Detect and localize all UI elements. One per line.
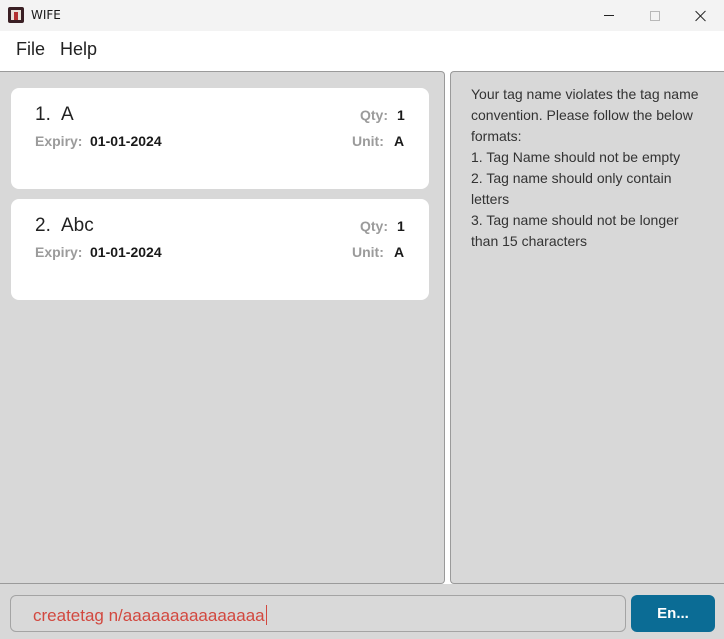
item-name: Abc — [61, 215, 94, 236]
result-line: 2. Tag name should only contain — [471, 170, 672, 186]
item-name: A — [61, 104, 74, 125]
expiry-label: Expiry: — [35, 133, 83, 149]
result-line: letters — [471, 191, 510, 207]
item-card[interactable]: 2. Abc Qty: 1 Expiry: 01-01-2024 Unit: A — [11, 199, 429, 300]
menu-bar: File Help — [0, 31, 724, 71]
window-title: WIFE — [31, 8, 61, 22]
maximize-icon — [650, 10, 660, 21]
command-input-value: createtag n/aaaaaaaaaaaaaaa — [33, 605, 267, 625]
unit-value: A — [394, 133, 405, 149]
qty-label: Qty: — [360, 107, 388, 123]
result-message: Your tag name violates the tag name conv… — [471, 84, 711, 252]
result-line: convention. Please follow the below — [471, 107, 693, 123]
item-index: 1. — [35, 104, 51, 125]
item-card[interactable]: 1. A Qty: 1 Expiry: 01-01-2024 Unit: A — [11, 88, 429, 189]
result-line: 3. Tag name should not be longer — [471, 212, 679, 228]
qty-value: 1 — [397, 107, 405, 123]
minimize-button[interactable] — [586, 0, 632, 31]
qty-value: 1 — [397, 218, 405, 234]
qty-label: Qty: — [360, 218, 388, 234]
command-input[interactable]: createtag n/aaaaaaaaaaaaaaa — [10, 595, 626, 632]
menu-file[interactable]: File — [16, 39, 45, 60]
item-index: 2. — [35, 215, 51, 236]
expiry-value: 01-01-2024 — [90, 244, 162, 260]
command-bar: createtag n/aaaaaaaaaaaaaaa En... — [0, 584, 724, 639]
app-logo-icon — [8, 7, 24, 23]
result-display-panel[interactable]: Your tag name violates the tag name conv… — [450, 71, 724, 584]
close-button[interactable] — [678, 0, 724, 31]
menu-help[interactable]: Help — [60, 39, 97, 60]
unit-label: Unit: — [352, 244, 384, 260]
unit-label: Unit: — [352, 133, 384, 149]
expiry-label: Expiry: — [35, 244, 83, 260]
maximize-button[interactable] — [632, 0, 678, 31]
item-list-panel[interactable]: 1. A Qty: 1 Expiry: 01-01-2024 Unit: A 2… — [0, 71, 445, 584]
unit-value: A — [394, 244, 405, 260]
result-line: formats: — [471, 128, 522, 144]
title-bar: WIFE — [0, 0, 724, 31]
text-caret — [265, 605, 267, 625]
result-line: 1. Tag Name should not be empty — [471, 149, 681, 165]
close-icon — [695, 10, 707, 22]
enter-button[interactable]: En... — [631, 595, 715, 632]
expiry-value: 01-01-2024 — [90, 133, 162, 149]
minimize-icon — [604, 15, 614, 16]
result-line: Your tag name violates the tag name — [471, 86, 699, 102]
result-line: than 15 characters — [471, 233, 587, 249]
